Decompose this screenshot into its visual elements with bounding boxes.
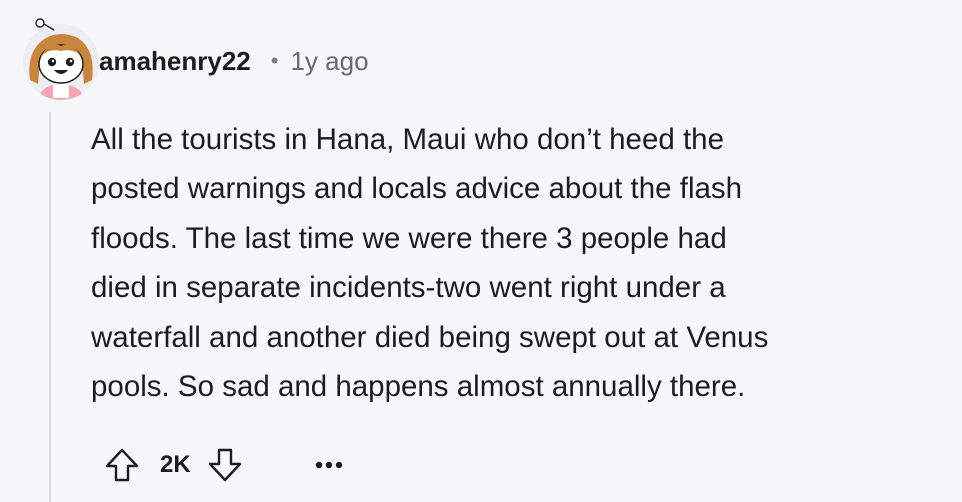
username-link[interactable]: amahenry22 xyxy=(99,46,251,77)
vote-score: 2K xyxy=(160,451,191,478)
meta-separator: • xyxy=(270,48,279,73)
comment-body-line: All the tourists in Hana, Maui who don’t… xyxy=(91,123,724,156)
comment-body-line: posted warnings and locals advice about … xyxy=(91,172,743,206)
ellipsis-icon xyxy=(315,461,342,469)
comment-header: amahenry22 • 1y ago xyxy=(99,41,369,81)
upvote-button[interactable] xyxy=(102,445,142,485)
arrow-up-icon xyxy=(105,448,139,482)
comment-actions: 2K xyxy=(102,442,349,488)
comment-body-line: waterfall and another died being swept o… xyxy=(91,320,769,354)
comment-body: All the tourists in Hana, Maui who don’t… xyxy=(91,115,951,411)
arrow-down-icon xyxy=(208,448,241,482)
more-options-button[interactable] xyxy=(309,445,349,485)
comment-body-line: floods. The last time we were there 3 pe… xyxy=(91,221,727,255)
downvote-button[interactable] xyxy=(205,445,245,485)
avatar[interactable] xyxy=(20,18,102,100)
comment-body-line: died in separate incidents-two went righ… xyxy=(91,271,726,305)
snoo-avatar-icon xyxy=(23,18,99,100)
timestamp[interactable]: 1y ago xyxy=(290,46,368,77)
thread-line[interactable] xyxy=(49,112,51,502)
comment-body-line: pools. So sad and happens almost annuall… xyxy=(91,370,746,404)
